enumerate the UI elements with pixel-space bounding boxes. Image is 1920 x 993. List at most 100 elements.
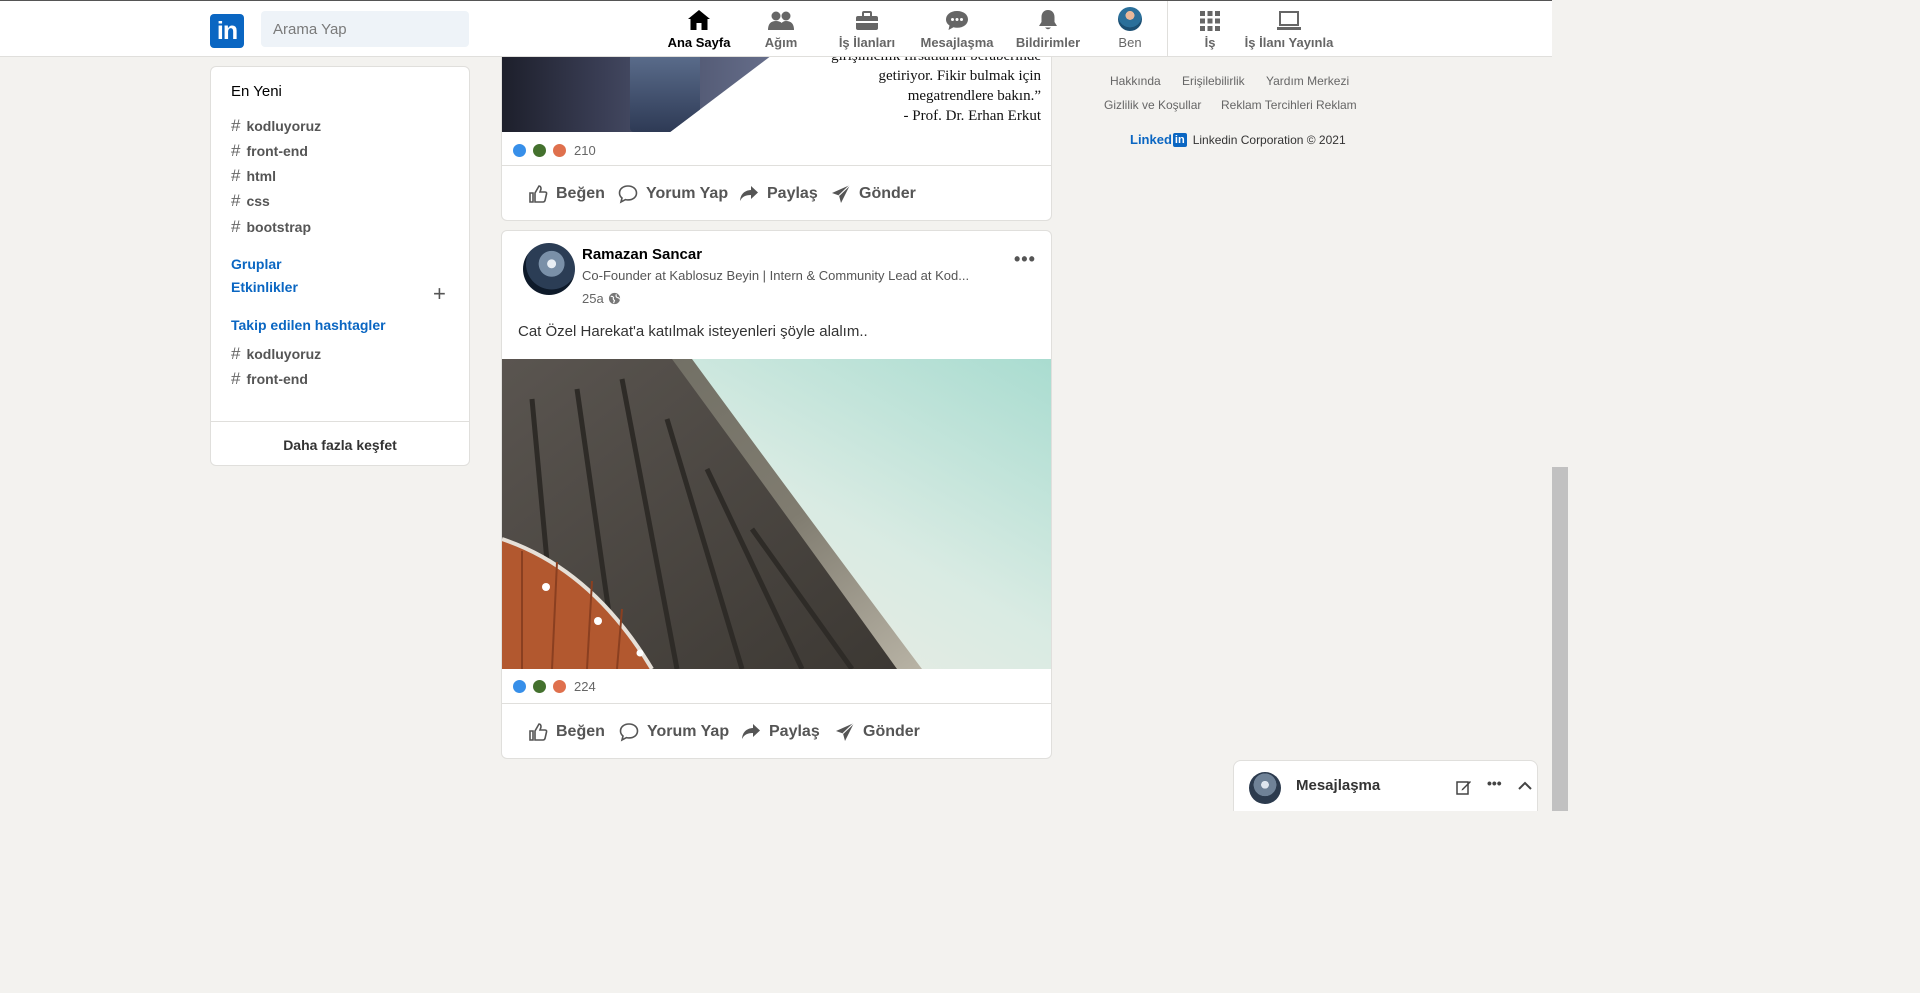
add-event-button[interactable]: + bbox=[433, 281, 446, 307]
avatar bbox=[1118, 7, 1142, 31]
reaction-count: 210 bbox=[574, 143, 596, 158]
nav-divider bbox=[1167, 1, 1168, 57]
messaging-dock[interactable]: Mesajlaşma ••• bbox=[1233, 760, 1538, 811]
comment-button[interactable]: Yorum Yap bbox=[618, 166, 729, 220]
like-label: Beğen bbox=[556, 723, 605, 740]
share-button[interactable]: Paylaş bbox=[739, 166, 818, 220]
groups-link[interactable]: Gruplar bbox=[231, 256, 282, 272]
chat-icon bbox=[946, 11, 968, 30]
search-input[interactable] bbox=[261, 11, 469, 47]
send-icon bbox=[836, 722, 855, 741]
messaging-more-button[interactable]: ••• bbox=[1487, 775, 1502, 791]
wordmark-in: in bbox=[1172, 132, 1187, 147]
linkedin-logo[interactable]: in bbox=[210, 14, 244, 48]
nav-home[interactable]: Ana Sayfa bbox=[667, 9, 731, 53]
comment-label: Yorum Yap bbox=[647, 723, 730, 740]
recent-tag-item[interactable]: # html bbox=[231, 166, 276, 186]
nav-jobs-label: İş İlanları bbox=[838, 35, 896, 50]
hashtag-icon: # bbox=[231, 141, 241, 160]
followed-tag-item[interactable]: # front-end bbox=[231, 369, 308, 389]
celebrate-reaction-icon bbox=[532, 679, 547, 694]
footer-link-accessibility[interactable]: Erişilebilirlik bbox=[1182, 74, 1245, 88]
laptop-icon bbox=[1277, 11, 1301, 30]
nav-network-label: Ağım bbox=[764, 35, 798, 50]
love-reaction-icon bbox=[552, 679, 567, 694]
tag-label: front-end bbox=[246, 371, 308, 387]
avatar bbox=[1249, 772, 1281, 804]
bell-icon bbox=[1039, 10, 1057, 30]
footer-link-about[interactable]: Hakkında bbox=[1110, 74, 1161, 88]
post-actions: Beğen Yorum Yap Paylaş Gönder bbox=[502, 165, 1051, 220]
like-button[interactable]: Beğen bbox=[528, 704, 605, 758]
nav-jobs[interactable]: İş İlanları bbox=[837, 9, 897, 53]
nav-post-job-label: İş İlanı Yayınla bbox=[1244, 35, 1334, 50]
author-headline: Co-Founder at Kablosuz Beyin | Intern & … bbox=[582, 268, 970, 283]
thumbs-up-icon bbox=[529, 723, 548, 741]
tag-label: kodluyoruz bbox=[246, 118, 322, 134]
recent-tag-item[interactable]: # kodluyoruz bbox=[231, 116, 321, 136]
thumbs-up-icon bbox=[529, 185, 548, 203]
nav-me[interactable]: Ben bbox=[1114, 7, 1146, 53]
followed-tag-item[interactable]: # kodluyoruz bbox=[231, 344, 321, 364]
discover-more-button[interactable]: Daha fazla keşfet bbox=[211, 421, 469, 465]
building-photo bbox=[502, 359, 1051, 669]
hashtag-icon: # bbox=[231, 344, 241, 363]
grid-icon bbox=[1200, 11, 1220, 31]
reactions-summary[interactable]: 224 bbox=[512, 679, 596, 694]
followed-hashtags-link[interactable]: Takip edilen hashtagler bbox=[231, 317, 386, 333]
chevron-up-icon[interactable] bbox=[1518, 781, 1532, 791]
hashtag-icon: # bbox=[231, 116, 241, 135]
reactions-summary[interactable]: 210 bbox=[512, 143, 596, 158]
recent-tag-item[interactable]: # bootstrap bbox=[231, 217, 311, 237]
scrollbar-thumb[interactable] bbox=[1552, 467, 1568, 811]
compose-icon[interactable] bbox=[1456, 779, 1472, 795]
tag-label: front-end bbox=[246, 143, 308, 159]
post-text: Cat Özel Harekat'a katılmak isteyenleri … bbox=[518, 323, 868, 340]
footer-link-privacy[interactable]: Gizlilik ve Koşullar bbox=[1104, 98, 1201, 112]
nav-post-job[interactable]: İş İlanı Yayınla bbox=[1243, 9, 1335, 53]
nav-messaging[interactable]: Mesajlaşma bbox=[919, 9, 995, 53]
tag-label: css bbox=[246, 193, 270, 209]
copyright-text: Linkedin Corporation © 2021 bbox=[1192, 132, 1346, 147]
recent-tag-item[interactable]: # front-end bbox=[231, 141, 308, 161]
share-button[interactable]: Paylaş bbox=[741, 704, 820, 758]
comment-button[interactable]: Yorum Yap bbox=[619, 704, 730, 758]
footer-link-ad-prefs[interactable]: Reklam Tercihleri bbox=[1221, 98, 1313, 112]
nav-work[interactable]: İş bbox=[1198, 9, 1222, 53]
left-sidebar-card: En Yeni # kodluyoruz # front-end # html # cs… bbox=[210, 66, 470, 466]
hashtag-icon: # bbox=[231, 369, 241, 388]
nav-network[interactable]: Ağım bbox=[763, 9, 799, 53]
messaging-label: Mesajlaşma bbox=[1296, 777, 1381, 794]
nav-notifications[interactable]: Bildirimler bbox=[1014, 9, 1082, 53]
send-button[interactable]: Gönder bbox=[835, 704, 920, 758]
quote-line: - Prof. Dr. Erhan Erkut bbox=[903, 108, 1041, 124]
globe-icon bbox=[608, 292, 620, 305]
briefcase-icon bbox=[856, 11, 878, 30]
quote-line: getiriyor. Fikir bulmak için bbox=[878, 68, 1041, 84]
comment-label: Yorum Yap bbox=[646, 185, 729, 202]
post-image[interactable] bbox=[502, 359, 1051, 669]
hashtag-icon: # bbox=[231, 191, 241, 210]
author-avatar[interactable] bbox=[523, 243, 575, 295]
home-icon bbox=[688, 10, 710, 30]
nav-home-label: Ana Sayfa bbox=[667, 35, 731, 50]
love-reaction-icon bbox=[552, 143, 567, 158]
send-icon bbox=[832, 184, 851, 203]
network-icon bbox=[768, 11, 794, 30]
share-label: Paylaş bbox=[769, 723, 820, 740]
recent-tag-item[interactable]: # css bbox=[231, 191, 270, 211]
wordmark-text: Linked bbox=[1130, 132, 1172, 147]
nav-messaging-label: Mesajlaşma bbox=[920, 35, 994, 50]
feed-post: girişimcilik fırsatlarını beraberinde ge… bbox=[501, 40, 1052, 221]
send-label: Gönder bbox=[859, 185, 916, 202]
hashtag-icon: # bbox=[231, 166, 241, 185]
post-options-button[interactable]: ••• bbox=[1014, 249, 1036, 270]
linkedin-wordmark: Linked in bbox=[1130, 132, 1187, 147]
footer-link-ads[interactable]: Reklam bbox=[1316, 98, 1357, 112]
footer-link-help[interactable]: Yardım Merkezi bbox=[1266, 74, 1349, 88]
like-button[interactable]: Beğen bbox=[528, 166, 605, 220]
author-name[interactable]: Ramazan Sancar bbox=[582, 246, 702, 263]
events-link[interactable]: Etkinlikler bbox=[231, 279, 298, 295]
send-label: Gönder bbox=[863, 723, 920, 740]
send-button[interactable]: Gönder bbox=[831, 166, 916, 220]
